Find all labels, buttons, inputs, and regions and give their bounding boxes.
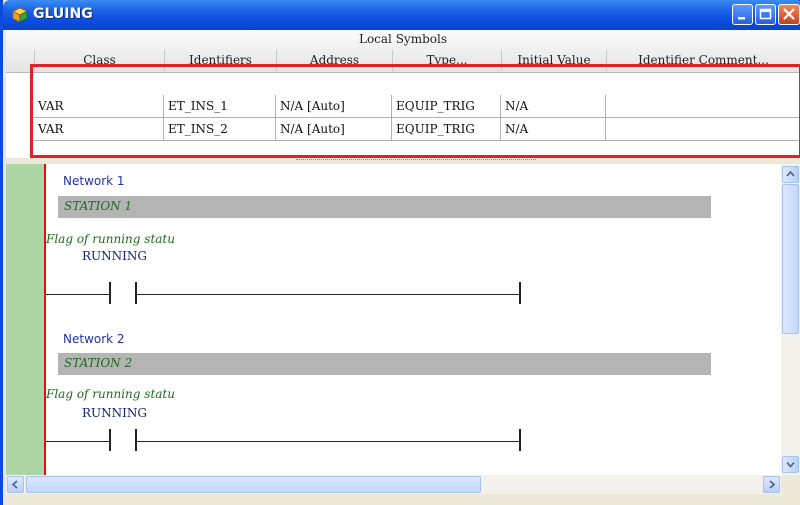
scroll-down-button[interactable] xyxy=(782,456,799,473)
left-power-rail xyxy=(44,164,46,475)
local-symbols-title: Local Symbols xyxy=(358,32,447,46)
close-icon xyxy=(783,8,795,20)
table-header: Local Symbols Class Identifiers Address … xyxy=(6,30,800,73)
contact-right-terminal[interactable] xyxy=(135,429,137,451)
scrollbar-corner xyxy=(781,475,800,494)
table-cell-address[interactable]: N/A [Auto] xyxy=(276,118,392,141)
contact-right-terminal[interactable] xyxy=(135,282,137,304)
minimize-button[interactable] xyxy=(732,4,753,25)
window-bottom-border xyxy=(3,494,800,505)
contact-variable-label[interactable]: RUNNING xyxy=(82,249,147,263)
ladder-editor[interactable]: Network 1 STATION 1 Flag of running stat… xyxy=(6,164,781,475)
table-cell-identifier[interactable]: ET_INS_1 xyxy=(164,95,276,118)
rung-wire xyxy=(46,294,109,295)
table-cell-comment[interactable] xyxy=(606,95,800,118)
horizontal-scrollbar[interactable] xyxy=(6,475,781,494)
network-title-bar[interactable]: STATION 2 xyxy=(58,353,711,375)
table-cell-type[interactable]: EQUIP_TRIG xyxy=(392,95,501,118)
table-cell-class[interactable]: VAR xyxy=(34,118,164,141)
window-title: GLUING xyxy=(33,6,93,22)
column-header-address[interactable]: Address xyxy=(276,50,392,71)
table-cell-initial-value[interactable]: N/A xyxy=(501,118,606,141)
column-header-identifier-comment[interactable]: Identifier Comment... xyxy=(606,50,800,71)
rung-wire xyxy=(46,441,109,442)
scroll-up-button[interactable] xyxy=(782,166,799,183)
table-cell-class[interactable]: VAR xyxy=(34,95,164,118)
local-symbols-table: Local Symbols Class Identifiers Address … xyxy=(6,30,800,158)
contact-variable-label[interactable]: RUNNING xyxy=(82,406,147,420)
station-title: STATION 1 xyxy=(64,199,133,213)
column-header-identifiers[interactable]: Identifiers xyxy=(164,50,276,71)
contact-left-terminal[interactable] xyxy=(109,429,111,451)
maximize-button[interactable] xyxy=(755,4,776,25)
title-bar[interactable]: GLUING xyxy=(3,0,800,30)
left-margin-bar xyxy=(6,164,44,475)
column-header-initial-value[interactable]: Initial Value xyxy=(501,50,606,71)
table-cell-type[interactable]: EQUIP_TRIG xyxy=(392,118,501,141)
arrow-left-icon xyxy=(11,480,18,489)
close-button[interactable] xyxy=(778,4,800,25)
splitter-grip[interactable] xyxy=(296,159,536,163)
table-cell-initial-value[interactable]: N/A xyxy=(501,95,606,118)
contact-left-terminal[interactable] xyxy=(109,282,111,304)
arrow-right-icon xyxy=(769,480,776,489)
horizontal-scroll-thumb[interactable] xyxy=(26,476,481,493)
vertical-scrollbar[interactable] xyxy=(781,164,800,475)
gluing-app-icon xyxy=(12,7,28,23)
scroll-right-button[interactable] xyxy=(763,476,780,493)
table-cell-address[interactable]: N/A [Auto] xyxy=(276,95,392,118)
minimize-icon xyxy=(738,17,745,20)
rung-wire xyxy=(136,294,519,295)
contact-comment: Flag of running statu xyxy=(46,232,175,246)
rung-end-marker xyxy=(519,429,521,451)
arrow-down-icon xyxy=(786,461,795,468)
vertical-scroll-thumb[interactable] xyxy=(782,184,799,334)
table-cell-comment[interactable] xyxy=(606,118,800,141)
gluing-window: GLUING Local Symbols Class Identifiers A… xyxy=(0,0,800,505)
arrow-up-icon xyxy=(786,170,795,177)
table-cell-identifier[interactable]: ET_INS_2 xyxy=(164,118,276,141)
rung-end-marker xyxy=(519,282,521,304)
column-header-type[interactable]: Type... xyxy=(392,50,501,71)
network-label[interactable]: Network 2 xyxy=(63,332,125,346)
station-title: STATION 2 xyxy=(64,356,133,370)
network-title-bar[interactable]: STATION 1 xyxy=(58,196,711,218)
network-label[interactable]: Network 1 xyxy=(63,174,125,188)
column-header-class[interactable]: Class xyxy=(34,50,164,71)
scroll-left-button[interactable] xyxy=(7,476,24,493)
maximize-icon xyxy=(759,8,772,20)
rung-wire xyxy=(136,441,519,442)
contact-comment: Flag of running statu xyxy=(46,387,175,401)
